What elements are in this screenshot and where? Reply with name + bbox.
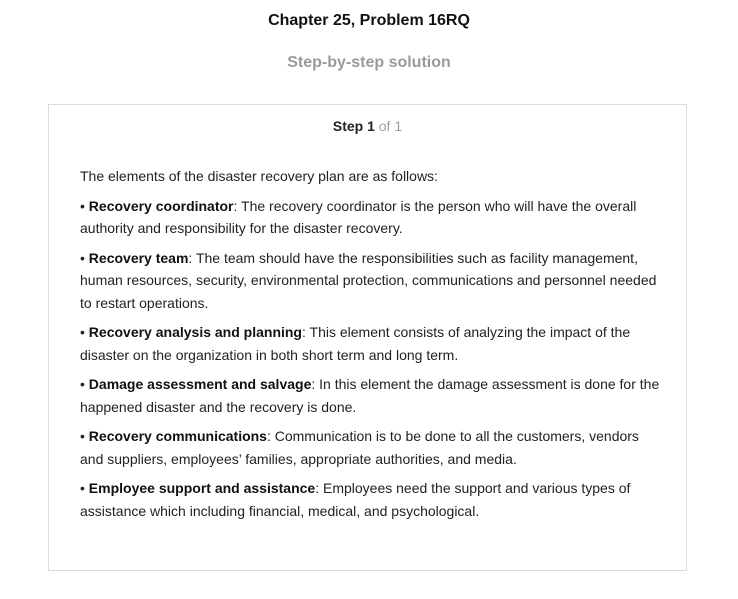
- list-item: • Recovery team: The team should have th…: [80, 247, 660, 315]
- list-item: • Recovery coordinator: The recovery coo…: [80, 195, 660, 240]
- solution-card: Step 1 of 1 The elements of the disaster…: [48, 104, 687, 571]
- page-subtitle: Step-by-step solution: [287, 54, 451, 71]
- item-term: Recovery analysis and planning: [88, 324, 302, 340]
- step-label: Step 1: [332, 118, 375, 134]
- item-term: Damage assessment and salvage: [88, 376, 312, 392]
- step-header: Step 1 of 1: [49, 118, 686, 134]
- item-term: Recovery communications: [88, 428, 267, 444]
- bullet: •: [80, 249, 85, 266]
- item-term: Recovery team: [88, 249, 189, 266]
- solution-content: The elements of the disaster recovery pl…: [80, 165, 660, 529]
- intro-text: The elements of the disaster recovery pl…: [80, 168, 438, 184]
- list-item: • Recovery communications: Communication…: [80, 425, 660, 470]
- bullet: •: [80, 428, 85, 444]
- item-term: Employee support and assistance: [88, 480, 316, 496]
- list-item: • Damage assessment and salvage: In this…: [80, 373, 660, 418]
- item-term: Recovery coordinator: [88, 197, 234, 214]
- list-item: • Recovery analysis and planning: This e…: [80, 321, 660, 366]
- bullet: •: [80, 197, 85, 214]
- step-count: of 1: [378, 118, 403, 134]
- list-item: • Employee support and assistance: Emplo…: [80, 477, 660, 522]
- bullet: •: [80, 324, 85, 340]
- page-title: Chapter 25, Problem 16RQ: [268, 12, 470, 29]
- bullet: •: [80, 376, 85, 392]
- bullet: •: [80, 480, 85, 496]
